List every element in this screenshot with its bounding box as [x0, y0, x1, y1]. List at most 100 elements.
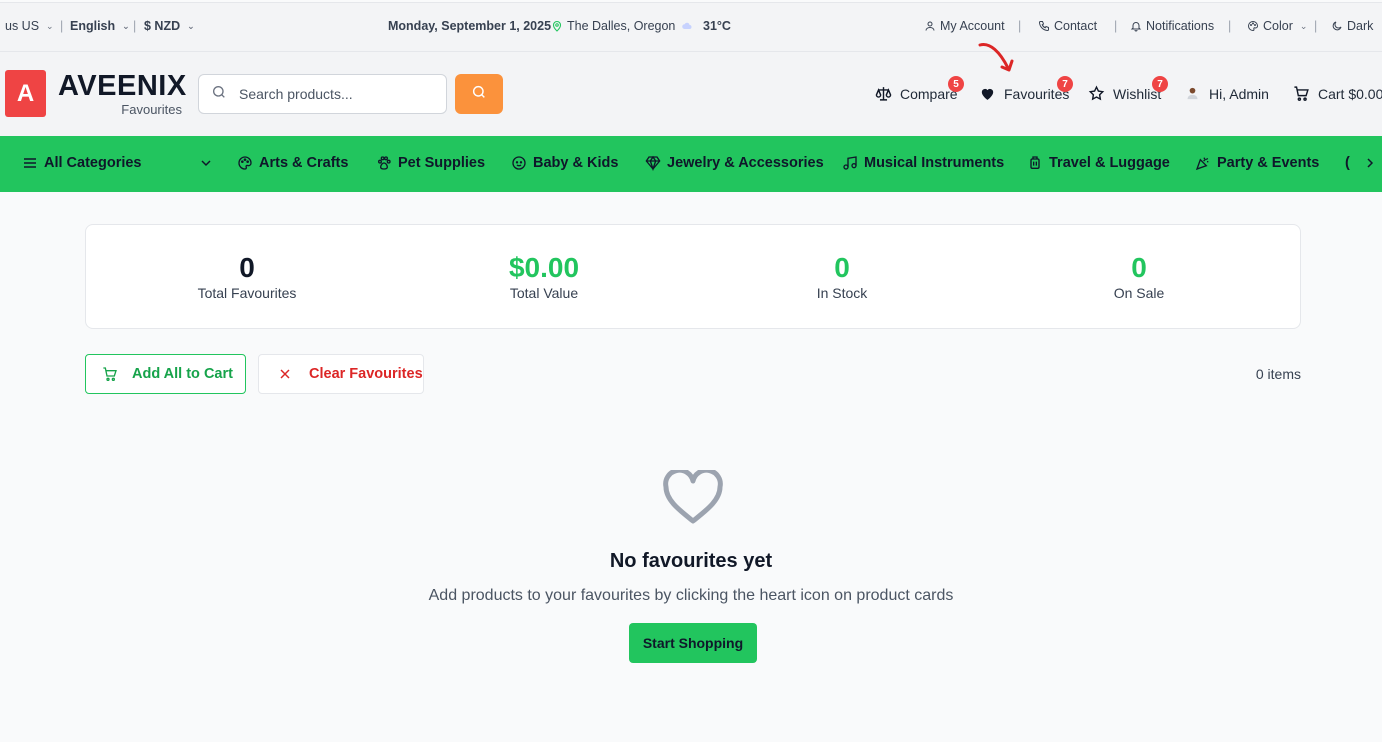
stat-total-value: $0.00 Total Value: [394, 251, 694, 301]
main-header: A AVEENIX Favourites Compare 5 Favourite…: [0, 52, 1382, 136]
compare-link[interactable]: Compare: [875, 85, 958, 102]
annotation-arrow-icon: [978, 42, 1014, 72]
nav-item-baby-kids[interactable]: Baby & Kids: [511, 155, 618, 171]
favourites-link[interactable]: Favourites: [979, 85, 1069, 102]
stat-value: 0: [1131, 252, 1147, 283]
star-icon: [1088, 85, 1105, 102]
nav-item-label: Travel & Luggage: [1049, 155, 1170, 171]
wishlist-link[interactable]: Wishlist: [1088, 85, 1161, 102]
chevron-down-icon: ⌄: [46, 20, 54, 31]
currency-label: $ NZD: [144, 19, 181, 33]
contact-link[interactable]: Contact: [1038, 19, 1097, 33]
contact-label: Contact: [1054, 19, 1098, 33]
cloud-icon: [681, 20, 693, 32]
top-bar: us US ⌄ | English ⌄ | $ NZD ⌄ Monday, Septe…: [0, 2, 1382, 52]
stat-label: Total Value: [509, 285, 579, 301]
page-subtitle: Favourites: [121, 102, 182, 117]
user-icon: [924, 20, 936, 32]
avatar: [1184, 85, 1201, 102]
chevron-down-icon: ⌄: [1299, 20, 1308, 31]
search-box: [198, 74, 447, 114]
country-selector[interactable]: us US ⌄: [5, 19, 54, 33]
chevron-down-icon: ⌄: [122, 20, 130, 31]
divider: |: [1114, 19, 1118, 33]
nav-item-pet-supplies[interactable]: Pet Supplies: [376, 155, 485, 171]
empty-state-description: Add products to your favourites by click…: [428, 587, 954, 604]
nav-item-label: Party & Events: [1217, 155, 1320, 171]
palette-icon: [1247, 20, 1259, 32]
phone-icon: [1038, 20, 1050, 32]
location-display: The Dalles, Oregon: [551, 19, 675, 33]
favourites-count-badge: 7: [1057, 76, 1073, 92]
menu-icon: [22, 155, 38, 171]
add-all-label: Add All to Cart: [132, 366, 233, 382]
cart-link[interactable]: Cart $0.00: [1293, 85, 1382, 102]
category-nav: All Categories Arts & Crafts Pet Supplie…: [0, 136, 1382, 192]
divider: |: [1314, 19, 1318, 33]
nav-item-partial: (: [1345, 155, 1350, 171]
notifications-link[interactable]: Notifications: [1130, 19, 1214, 33]
divider: |: [1228, 19, 1232, 33]
date-text: Monday, September 1, 2025: [388, 19, 552, 33]
nav-item-party-events[interactable]: Party & Events: [1195, 155, 1319, 171]
stat-label: Total Favourites: [197, 285, 297, 301]
paw-icon: [376, 155, 392, 171]
location-pin-icon: [551, 20, 563, 32]
nav-item-label: Arts & Crafts: [259, 155, 349, 171]
gem-icon: [645, 155, 661, 171]
start-shopping-button[interactable]: Start Shopping: [629, 623, 757, 663]
close-icon: [277, 366, 293, 382]
location-text: The Dalles, Oregon: [567, 19, 676, 33]
chevron-down-icon[interactable]: [198, 155, 214, 171]
currency-selector[interactable]: $ NZD ⌄: [144, 19, 195, 33]
language-selector[interactable]: English ⌄: [70, 19, 130, 33]
stat-label: In Stock: [816, 285, 868, 301]
chevron-right-icon[interactable]: [1362, 155, 1378, 171]
luggage-icon: [1027, 155, 1043, 171]
greeting-label: Hi, Admin: [1209, 85, 1269, 102]
clear-label: Clear Favourites: [309, 366, 423, 382]
moon-icon: [1331, 20, 1343, 32]
scale-icon: [875, 85, 892, 102]
baby-icon: [511, 155, 527, 171]
date-display: Monday, September 1, 2025: [388, 19, 551, 33]
clear-favourites-button[interactable]: Clear Favourites: [258, 354, 424, 394]
heart-outline-icon: [663, 470, 723, 524]
nav-item-travel-luggage[interactable]: Travel & Luggage: [1027, 155, 1170, 171]
items-count: 0 items: [1255, 366, 1301, 382]
stat-total-favourites: 0 Total Favourites: [97, 251, 397, 301]
my-account-label: My Account: [940, 19, 1005, 33]
stat-value: 0: [239, 252, 255, 283]
country-label: us US: [5, 19, 40, 33]
logo-icon[interactable]: A: [5, 70, 46, 117]
stat-in-stock: 0 In Stock: [692, 251, 992, 301]
search-icon: [211, 84, 227, 105]
search-input[interactable]: [239, 86, 429, 102]
nav-item-label: Pet Supplies: [398, 155, 486, 171]
party-popper-icon: [1195, 155, 1211, 171]
account-menu[interactable]: Hi, Admin: [1184, 85, 1269, 102]
cart-label: Cart $0.00: [1318, 85, 1382, 102]
divider: |: [60, 19, 64, 33]
nav-item-jewelry-accessories[interactable]: Jewelry & Accessories: [645, 155, 824, 171]
all-categories-label: All Categories: [44, 155, 142, 171]
cart-icon: [102, 366, 118, 382]
nav-item-label: Musical Instruments: [864, 155, 1005, 171]
add-all-to-cart-button[interactable]: Add All to Cart: [85, 354, 246, 394]
color-selector[interactable]: Color ⌄: [1247, 19, 1307, 33]
search-button[interactable]: [455, 74, 503, 114]
all-categories-menu[interactable]: All Categories: [22, 155, 142, 171]
brand-name[interactable]: AVEENIX: [58, 70, 187, 103]
cart-icon: [1293, 85, 1310, 102]
palette-icon: [237, 155, 253, 171]
my-account-link[interactable]: My Account: [924, 19, 1005, 33]
divider: |: [133, 19, 137, 33]
language-label: English: [70, 19, 116, 33]
dark-mode-toggle[interactable]: Dark: [1331, 19, 1373, 33]
stat-value: $0.00: [508, 252, 580, 283]
stat-on-sale: 0 On Sale: [989, 251, 1289, 301]
nav-item-musical-instruments[interactable]: Musical Instruments: [842, 155, 1004, 171]
search-icon: [471, 84, 487, 105]
nav-item-arts-crafts[interactable]: Arts & Crafts: [237, 155, 348, 171]
heart-icon: [979, 85, 996, 102]
